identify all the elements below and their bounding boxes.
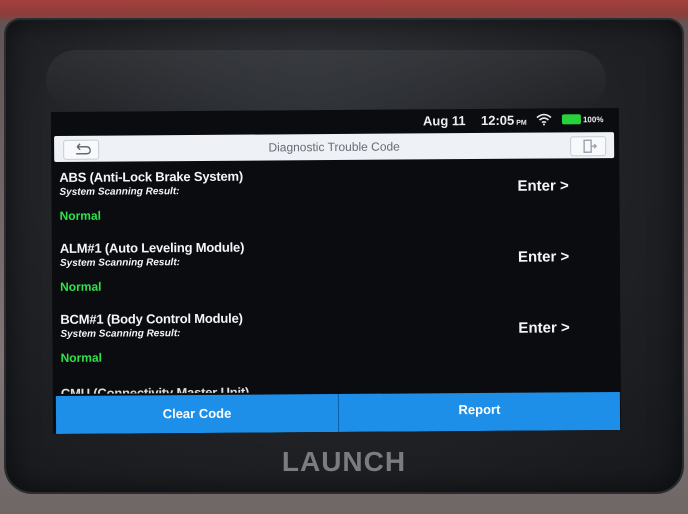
- clear-code-button[interactable]: Clear Code: [55, 393, 340, 434]
- battery-icon: [561, 114, 581, 125]
- system-name: ABS (Anti-Lock Brake System): [59, 168, 244, 185]
- system-row-alm1: ALM#1 (Auto Leveling Module) System Scan…: [60, 237, 600, 311]
- page-title: Diagnostic Trouble Code: [268, 139, 400, 155]
- exit-icon: [583, 139, 598, 153]
- status-ampm: PM: [516, 119, 527, 127]
- enter-button-abs[interactable]: Enter >: [517, 177, 568, 194]
- system-name: CMU (Connectivity Master Unit): [60, 384, 250, 394]
- status-time: 12:05 PM: [481, 113, 527, 128]
- result-label: System Scanning Result:: [60, 328, 181, 340]
- system-name: BCM#1 (Body Control Module): [60, 310, 243, 327]
- system-list: ABS (Anti-Lock Brake System) System Scan…: [51, 160, 621, 394]
- system-row-abs: ABS (Anti-Lock Brake System) System Scan…: [59, 166, 599, 240]
- system-row-bcm1: BCM#1 (Body Control Module) System Scann…: [60, 308, 600, 382]
- result-label: System Scanning Result:: [59, 186, 180, 198]
- wifi-icon: [536, 113, 552, 126]
- enter-button-alm1[interactable]: Enter >: [518, 248, 569, 265]
- device-screen: Aug 11 12:05 PM 100% Diagnostic Trouble C…: [50, 108, 622, 434]
- status-bar: Aug 11 12:05 PM 100%: [51, 108, 619, 134]
- scan-result: Normal: [60, 350, 102, 365]
- title-bar: Diagnostic Trouble Code: [54, 132, 615, 162]
- scan-result: Normal: [59, 208, 102, 223]
- action-bar: Clear Code Report: [55, 392, 621, 434]
- result-label: System Scanning Result:: [59, 257, 181, 269]
- status-clock: 12:05: [480, 112, 515, 128]
- battery-percentage: 100%: [582, 115, 604, 125]
- status-date: Aug 11: [422, 113, 466, 129]
- screen-glare: [46, 50, 606, 110]
- scan-result: Normal: [60, 279, 102, 294]
- enter-button-bcm1[interactable]: Enter >: [518, 319, 569, 336]
- system-name: ALM#1 (Auto Leveling Module): [59, 239, 245, 256]
- brand-logo: LAUNCH: [281, 446, 407, 477]
- report-button[interactable]: Report: [339, 392, 620, 432]
- exit-button[interactable]: [570, 136, 607, 157]
